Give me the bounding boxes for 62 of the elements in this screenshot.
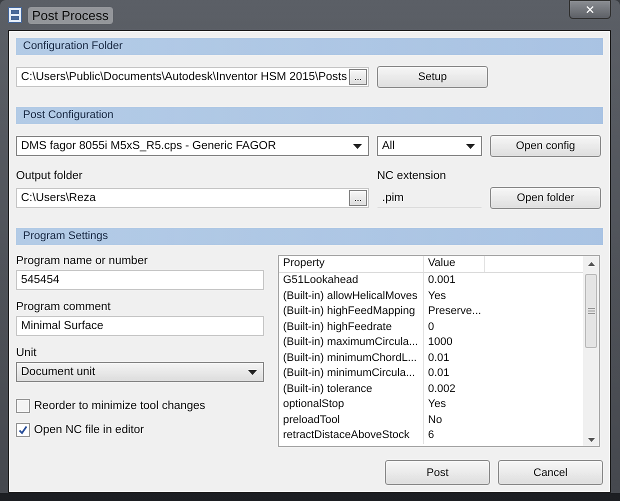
table-cell: Yes xyxy=(423,397,484,412)
program-comment-field[interactable]: Minimal Surface xyxy=(16,316,264,336)
table-cell-text: G51Lookahead xyxy=(282,273,360,288)
table-cell-text: (Built-in) tolerance xyxy=(282,382,374,396)
table-cell: 0.002 xyxy=(423,382,484,397)
checkbox[interactable] xyxy=(16,423,30,437)
table-cell: Preserve... xyxy=(423,304,484,320)
open-config-button[interactable]: Open config xyxy=(490,135,601,157)
scrollbar[interactable] xyxy=(583,256,599,446)
scroll-up-icon xyxy=(588,262,594,266)
table-cell-text: (Built-in) highFeedMapping xyxy=(282,304,416,319)
field-label: NC extension xyxy=(377,170,448,182)
section-header: Configuration Folder xyxy=(16,38,603,55)
checkmark-icon xyxy=(18,425,28,435)
browse-button[interactable]: ... xyxy=(349,69,367,85)
table-cell: 0 xyxy=(423,320,484,335)
table-cell: Yes xyxy=(423,288,484,304)
dropdown-arrow-icon xyxy=(248,370,257,374)
table-cell-text: (Built-in) highFeedrate xyxy=(282,320,393,334)
checkbox-label: Open NC file in editor xyxy=(34,424,144,436)
table-cell: 0.01 xyxy=(423,350,484,366)
program-name-field[interactable]: 545454 xyxy=(16,270,264,290)
dropdown-arrow-icon xyxy=(466,144,475,148)
field-label: Program comment xyxy=(16,301,112,313)
table-cell-text: retractDistaceAboveStock xyxy=(282,428,411,443)
table-cell: 0.01 xyxy=(423,366,484,382)
table-cell-text: (Built-in) minimumCircula... xyxy=(282,366,416,381)
table-cell-text: (Built-in) maximumCircula... xyxy=(282,335,420,350)
grip-icon xyxy=(588,308,594,314)
post-dropdown[interactable]: DMS fagor 8055i M5xS_R5.cps - Generic FAGOR xyxy=(16,136,369,156)
scroll-down-icon xyxy=(588,438,594,442)
checkbox[interactable] xyxy=(16,399,30,413)
table-cell-text: optionalStop xyxy=(282,397,346,412)
section-header: Post Configuration xyxy=(16,107,603,124)
filter-dropdown[interactable]: All xyxy=(377,136,482,156)
close-button[interactable]: ✕ xyxy=(569,0,611,19)
output-folder-field[interactable]: C:\Users\Reza ... xyxy=(16,188,369,208)
column-header[interactable]: Property xyxy=(279,256,423,272)
field-label: Output folder xyxy=(16,170,84,182)
table-cell-text: preloadTool xyxy=(282,412,341,428)
column-header[interactable]: Value xyxy=(423,256,484,272)
field-label: Unit xyxy=(16,347,38,359)
open-folder-button[interactable]: Open folder xyxy=(490,187,601,209)
table-cell: No xyxy=(423,412,484,428)
browse-button[interactable]: ... xyxy=(349,190,367,206)
table-cell-text: (Built-in) minimumChordL... xyxy=(282,350,418,366)
field-label: Program name or number xyxy=(16,255,149,267)
window-title: Post Process xyxy=(28,6,113,24)
table-cell-text: (Built-in) allowHelicalMoves xyxy=(282,288,418,304)
dialog-button[interactable]: Cancel xyxy=(498,460,603,485)
dialog-button[interactable]: Post xyxy=(385,460,490,485)
table-cell: 6 xyxy=(423,428,484,444)
dropdown-arrow-icon xyxy=(353,144,362,148)
section-header: Program Settings xyxy=(16,228,603,245)
setup-button[interactable]: Setup xyxy=(377,66,488,88)
scroll-thumb[interactable] xyxy=(585,274,597,348)
unit-dropdown[interactable]: Document unit xyxy=(16,362,264,382)
checkbox-label: Reorder to minimize tool changes xyxy=(34,400,206,412)
table-cell: 0.001 xyxy=(423,273,484,288)
app-icon xyxy=(8,7,22,23)
path-field[interactable]: C:\Users\Public\Documents\Autodesk\Inventor HSM 2015\Posts ... xyxy=(16,67,369,87)
table-cell: 1000 xyxy=(423,335,484,350)
